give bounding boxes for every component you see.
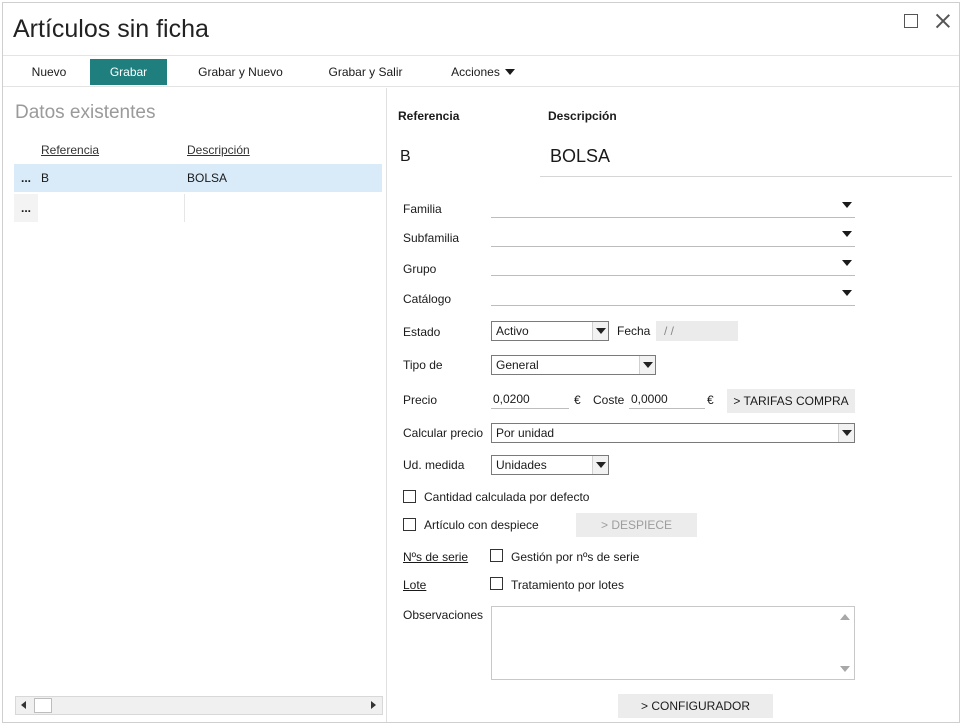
row-menu-button[interactable]: ... — [14, 164, 38, 192]
calcular-precio-label: Calcular precio — [403, 426, 484, 440]
column-header-referencia[interactable]: Referencia — [41, 143, 99, 157]
row-ref-cell: B — [41, 171, 50, 185]
column-header-descripcion[interactable]: Descripción — [187, 143, 250, 157]
familia-label: Familia — [403, 202, 442, 216]
row-desc-cell: BOLSA — [187, 171, 228, 185]
chevron-down-icon — [639, 356, 655, 374]
currency-symbol: € — [574, 393, 581, 407]
cantidad-calculada-checkbox[interactable] — [403, 490, 416, 503]
ud-medida-select[interactable]: Unidades — [491, 455, 609, 475]
dialog-window: Artículos sin ficha Nuevo Grabar Grabar … — [2, 2, 960, 723]
cantidad-calculada-label: Cantidad calculada por defecto — [424, 490, 590, 504]
tipo-select[interactable]: General — [491, 355, 656, 375]
nserie-checkbox[interactable] — [490, 549, 503, 562]
window-title: Artículos sin ficha — [13, 15, 209, 43]
subfamilia-dropdown[interactable] — [491, 225, 855, 247]
chevron-down-icon — [592, 456, 608, 474]
toolbar: Nuevo Grabar Grabar y Nuevo Grabar y Sal… — [3, 55, 959, 87]
scroll-down-icon[interactable] — [840, 666, 850, 672]
chevron-down-icon — [842, 202, 852, 208]
chevron-down-icon — [842, 290, 852, 296]
descripcion-label: Descripción — [548, 109, 617, 123]
scroll-left-icon[interactable] — [16, 697, 33, 714]
caret-down-icon — [504, 69, 515, 75]
divider — [540, 176, 952, 177]
table-row[interactable]: ... — [14, 194, 382, 222]
lote-link[interactable]: Lote — [403, 578, 426, 592]
row-menu-button[interactable]: ... — [14, 194, 38, 222]
descripcion-field[interactable]: BOLSA — [550, 146, 610, 167]
referencia-label: Referencia — [398, 109, 460, 123]
scroll-right-icon[interactable] — [365, 697, 382, 714]
tarifas-compra-button[interactable]: > TARIFAS COMPRA — [727, 389, 855, 413]
observaciones-label: Observaciones — [403, 608, 484, 622]
article-form: Referencia Descripción B BOLSA Familia S… — [388, 88, 960, 722]
ud-medida-value: Unidades — [496, 458, 547, 472]
despiece-checkbox[interactable] — [403, 518, 416, 531]
fecha-label: Fecha — [617, 324, 651, 338]
actions-menu-button[interactable]: Acciones — [443, 59, 523, 85]
save-and-new-button[interactable]: Grabar y Nuevo — [183, 59, 298, 85]
catalogo-dropdown[interactable] — [491, 284, 855, 306]
tipo-value: General — [496, 358, 539, 372]
configurador-button[interactable]: > CONFIGURADOR — [618, 694, 773, 718]
chevron-down-icon — [592, 322, 608, 340]
fecha-input[interactable]: / / — [656, 321, 738, 341]
chevron-down-icon — [842, 231, 852, 237]
subfamilia-label: Subfamilia — [403, 231, 460, 245]
observaciones-textarea[interactable] — [491, 606, 855, 680]
scroll-up-icon[interactable] — [840, 614, 850, 620]
precio-label: Precio — [403, 393, 438, 407]
actions-label: Acciones — [451, 65, 500, 79]
nserie-check-label: Gestión por nºs de serie — [511, 550, 640, 564]
scroll-thumb[interactable] — [34, 698, 52, 713]
calcular-precio-select[interactable]: Por unidad — [491, 423, 855, 443]
chevron-down-icon — [842, 260, 852, 266]
existing-data-panel: Datos existentes Referencia Descripción … — [3, 88, 387, 722]
cell-divider — [184, 194, 185, 222]
save-and-exit-button[interactable]: Grabar y Salir — [313, 59, 418, 85]
section-title: Datos existentes — [15, 102, 156, 123]
nserie-link[interactable]: Nºs de serie — [403, 550, 468, 564]
familia-dropdown[interactable] — [491, 196, 855, 218]
despiece-label: Artículo con despiece — [424, 518, 539, 532]
lote-check-label: Tratamiento por lotes — [511, 578, 624, 592]
coste-label: Coste — [593, 393, 625, 407]
despiece-button[interactable]: > DESPIECE — [576, 513, 697, 537]
referencia-field[interactable]: B — [400, 148, 411, 166]
catalogo-label: Catálogo — [403, 292, 452, 306]
grupo-dropdown[interactable] — [491, 254, 855, 276]
coste-input[interactable]: 0,0000 — [629, 389, 705, 409]
horizontal-scrollbar[interactable] — [15, 696, 383, 715]
ud-medida-label: Ud. medida — [403, 458, 465, 472]
chevron-down-icon — [838, 424, 854, 442]
close-icon[interactable] — [935, 13, 951, 29]
save-button[interactable]: Grabar — [90, 59, 167, 85]
calcular-precio-value: Por unidad — [496, 426, 555, 440]
precio-input[interactable]: 0,0200 — [491, 389, 569, 409]
lote-checkbox[interactable] — [490, 577, 503, 590]
tipo-label: Tipo de — [403, 358, 443, 372]
estado-label: Estado — [403, 325, 441, 339]
estado-select[interactable]: Activo — [491, 321, 609, 341]
maximize-icon[interactable] — [904, 14, 918, 28]
estado-value: Activo — [496, 324, 529, 338]
currency-symbol: € — [707, 393, 714, 407]
grupo-label: Grupo — [403, 262, 437, 276]
table-row[interactable]: ... B BOLSA — [14, 164, 382, 192]
new-button[interactable]: Nuevo — [9, 59, 89, 85]
